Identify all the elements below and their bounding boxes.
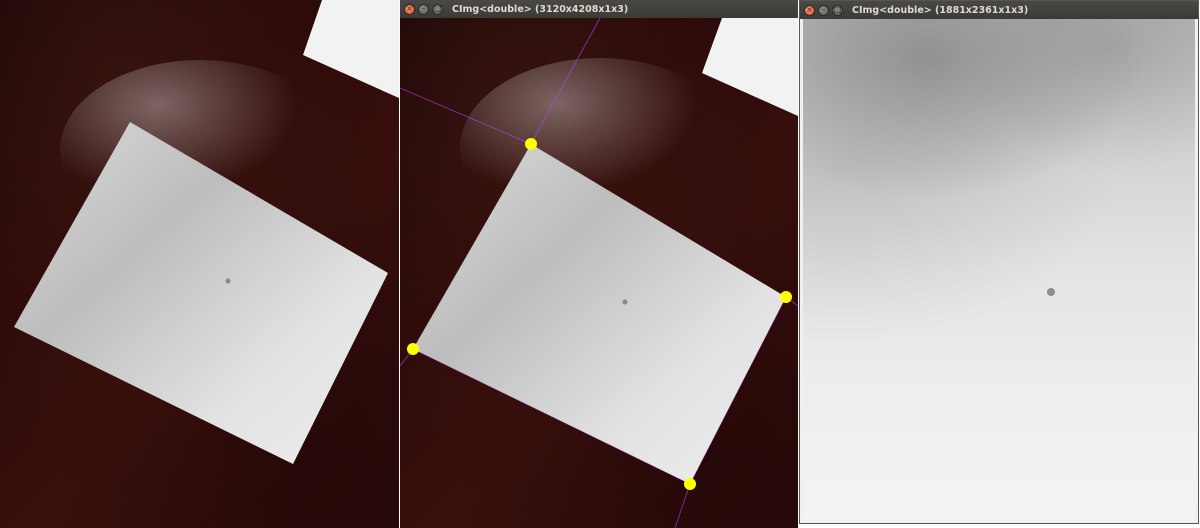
edge-line <box>674 483 691 528</box>
maximize-icon[interactable]: □ <box>432 3 443 15</box>
corner-marker-right[interactable] <box>780 291 792 303</box>
screenshot-stage: × – □ CImg<double> (3120x4208x1x3) × – □… <box>0 0 1200 528</box>
window-canvas <box>400 18 798 528</box>
title-bar[interactable]: × – □ CImg<double> (1881x2361x1x3) <box>800 1 1198 19</box>
paper-spot <box>1047 288 1055 296</box>
detection-image <box>400 18 798 528</box>
corner-marker-bottom[interactable] <box>684 478 696 490</box>
minimize-icon[interactable]: – <box>818 4 829 16</box>
corner-detection-window[interactable]: × – □ CImg<double> (3120x4208x1x3) <box>400 0 798 528</box>
window-title: CImg<double> (3120x4208x1x3) <box>452 3 629 15</box>
corner-marker-left[interactable] <box>407 343 419 355</box>
maximize-icon[interactable]: □ <box>832 4 843 16</box>
corner-marker-top[interactable] <box>525 138 537 150</box>
paper-sheet <box>413 144 786 484</box>
rectified-image <box>803 19 1195 520</box>
original-photo-panel <box>0 0 399 528</box>
close-icon[interactable]: × <box>404 3 415 15</box>
paper-spot <box>622 299 628 305</box>
rectified-window[interactable]: × – □ CImg<double> (1881x2361x1x3) <box>799 0 1199 524</box>
paper-spot <box>225 278 231 284</box>
second-paper-corner <box>303 0 399 98</box>
close-icon[interactable]: × <box>804 4 815 16</box>
title-bar[interactable]: × – □ CImg<double> (3120x4208x1x3) <box>400 0 798 18</box>
window-title: CImg<double> (1881x2361x1x3) <box>852 4 1029 16</box>
minimize-icon[interactable]: – <box>418 3 429 15</box>
original-photo <box>14 0 399 464</box>
